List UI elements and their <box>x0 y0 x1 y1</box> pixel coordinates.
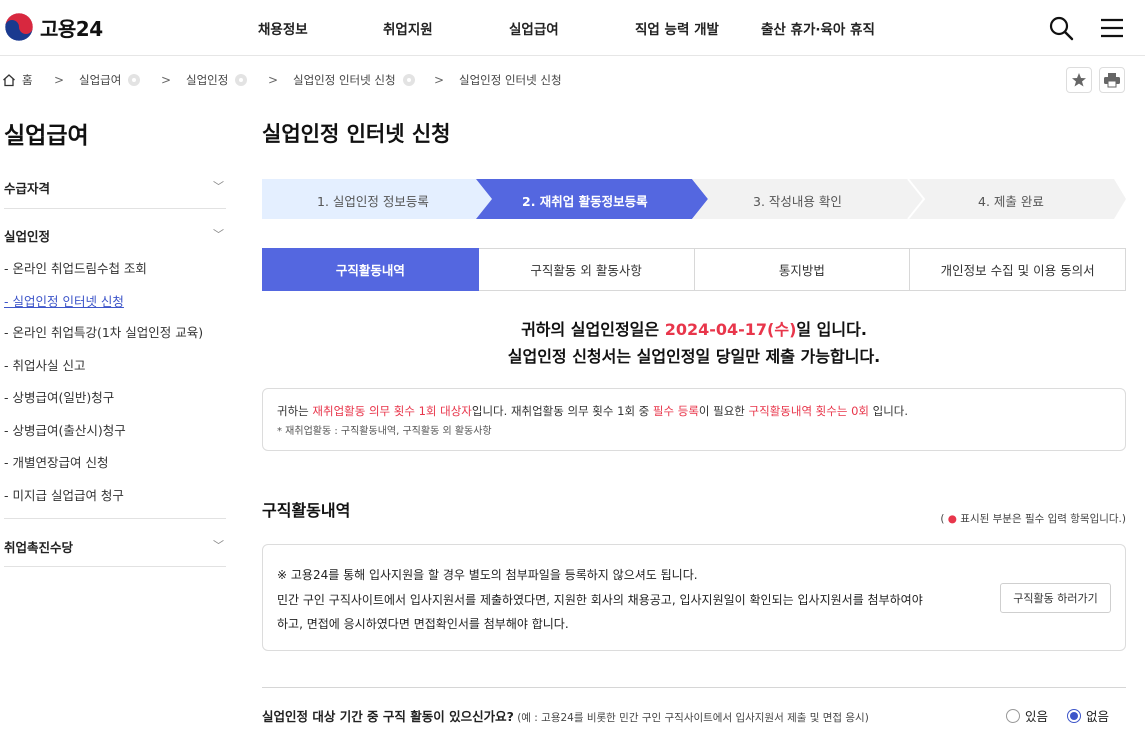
sidebar-group-reemployment-allowance[interactable]: 취업촉진수당 ﹀ <box>4 537 226 556</box>
sidebar-item-employment-report[interactable]: - 취업사실 신고 <box>4 355 85 374</box>
nav-item-vocational-training[interactable]: 직업 능력 개발 <box>635 18 719 38</box>
sidebar-group-unemployment-recognition[interactable]: 실업인정 ﹀ <box>4 226 226 245</box>
printer-icon <box>1104 73 1120 88</box>
breadcrumb-separator: > <box>54 73 65 87</box>
guide-line-2: 민간 구인 구직사이트에서 입사지원서를 제출하였다면, 지원한 회사의 채용공… <box>277 593 923 607</box>
tab-other-activities[interactable]: 구직활동 외 활동사항 <box>478 248 695 291</box>
sidebar-item-online-lecture[interactable]: - 온라인 취업특강(1차 실업인정 교육) <box>4 322 203 341</box>
breadcrumb-dropdown-icon[interactable] <box>235 74 248 86</box>
breadcrumb-separator: > <box>161 73 172 87</box>
nav-item-employment-support[interactable]: 취업지원 <box>383 18 433 38</box>
step-progress: 1. 실업인정 정보등록 2. 재취업 활동정보등록 3. 작성내용 확인 4.… <box>262 179 1126 219</box>
logo-text: 고용24 <box>40 16 103 41</box>
breadcrumb-separator: > <box>434 73 445 87</box>
step-2-label: 2. 재취업 활동정보등록 <box>522 194 648 209</box>
section-divider <box>262 687 1126 688</box>
radio-option-no[interactable]: 없음 <box>1067 706 1109 725</box>
sidebar-item-sickness-general[interactable]: - 상병급여(일반)청구 <box>4 387 114 406</box>
required-field-note: ( ● 표시된 부분은 필수 입력 항목입니다.) <box>940 513 1126 525</box>
home-icon <box>3 74 15 87</box>
breadcrumb-dropdown-icon[interactable] <box>128 74 141 86</box>
step-3-label: 3. 작성내용 확인 <box>753 194 842 209</box>
menu-icon[interactable] <box>1098 14 1126 42</box>
obligation-text: 귀하는 재취업활동 의무 횟수 1회 대상자입니다. 재취업활동 의무 횟수 1… <box>277 404 909 418</box>
tab-notification-method[interactable]: 통지방법 <box>694 248 911 291</box>
star-icon <box>1072 73 1086 87</box>
sidebar-item-internet-application[interactable]: - 실업인정 인터넷 신청 <box>4 291 124 310</box>
sidebar-divider <box>4 208 226 209</box>
breadcrumb-separator: > <box>268 73 279 87</box>
page-title: 실업인정 인터넷 신청 <box>262 122 451 146</box>
chevron-up-icon: ﹀ <box>213 228 224 241</box>
go-job-search-button[interactable]: 구직활동 하러가기 <box>1000 583 1111 613</box>
sidebar-divider <box>4 518 226 519</box>
sidebar-item-sickness-childbirth[interactable]: - 상병급여(출산시)청구 <box>4 420 126 439</box>
nav-item-jobs[interactable]: 채용정보 <box>258 18 308 38</box>
attachment-guide-box: ※ 고용24를 통해 입사지원을 할 경우 별도의 첨부파일을 등록하지 않으셔… <box>262 544 1126 651</box>
tab-job-search-history[interactable]: 구직활동내역 <box>262 248 479 291</box>
obligation-footnote: * 재취업활동 : 구직활동내역, 구직활동 외 활동사항 <box>277 426 492 437</box>
breadcrumb-home[interactable]: 홈 <box>2 70 33 90</box>
recognition-date: 2024-04-17(수) <box>664 320 797 339</box>
radio-option-yes[interactable]: 있음 <box>1006 706 1048 725</box>
breadcrumb-item[interactable]: 실업인정 <box>186 70 248 90</box>
sidebar-item-unpaid-claim[interactable]: - 미지급 실업급여 청구 <box>4 485 124 504</box>
breadcrumb-dropdown-icon[interactable] <box>402 74 415 86</box>
logo[interactable]: 고용24 <box>4 12 103 42</box>
bookmark-button[interactable] <box>1066 67 1092 93</box>
step-1-label: 1. 실업인정 정보등록 <box>317 194 429 209</box>
header: 고용24 채용정보 취업지원 실업급여 직업 능력 개발 출산 휴가·육아 휴직 <box>0 0 1145 56</box>
nav-item-parental-leave[interactable]: 출산 휴가·육아 휴직 <box>761 18 875 38</box>
guide-line-1: ※ 고용24를 통해 입사지원을 할 경우 별도의 첨부파일을 등록하지 않으셔… <box>277 568 698 582</box>
content-tabs: 구직활동내역 구직활동 외 활동사항 통지방법 개인정보 수집 및 이용 동의서 <box>262 248 1126 291</box>
chevron-down-icon: ﹀ <box>213 180 224 193</box>
sidebar-group-eligibility[interactable]: 수급자격 ﹀ <box>4 178 226 197</box>
guide-line-3: 하고, 면접에 응시하였다면 면접확인서를 첨부해야 합니다. <box>277 617 569 631</box>
sidebar-divider <box>4 566 226 567</box>
radio-no[interactable] <box>1067 708 1081 723</box>
recognition-date-notice: 귀하의 실업인정일은 2024-04-17(수)일 입니다. <box>521 320 867 339</box>
breadcrumb-current: 실업인정 인터넷 신청 <box>459 73 562 87</box>
job-search-question: 실업인정 대상 기간 중 구직 활동이 있으신가요? (예 : 고용24를 비롯… <box>262 709 869 724</box>
section-title: 구직활동내역 <box>262 501 351 520</box>
sidebar-item-online-handbook[interactable]: - 온라인 취업드림수첩 조회 <box>4 258 147 277</box>
required-bullet-icon: ● <box>947 513 957 525</box>
search-icon[interactable] <box>1047 14 1075 42</box>
taegeuk-logo-icon <box>4 12 34 42</box>
obligation-info-box: 귀하는 재취업활동 의무 횟수 1회 대상자입니다. 재취업활동 의무 횟수 1… <box>262 388 1126 451</box>
radio-yes[interactable] <box>1006 708 1020 723</box>
chevron-down-icon: ﹀ <box>213 539 224 552</box>
breadcrumb-item[interactable]: 실업급여 <box>79 70 141 90</box>
submission-notice: 실업인정 신청서는 실업인정일 당일만 제출 가능합니다. <box>507 347 881 366</box>
sidebar-title: 실업급여 <box>4 123 89 149</box>
print-button[interactable] <box>1099 67 1125 93</box>
breadcrumb-item[interactable]: 실업인정 인터넷 신청 <box>293 70 415 90</box>
step-4-label: 4. 제출 완료 <box>978 194 1044 209</box>
nav-item-unemployment-benefit[interactable]: 실업급여 <box>509 18 559 38</box>
tab-privacy-consent[interactable]: 개인정보 수집 및 이용 동의서 <box>910 248 1126 291</box>
sidebar-item-extended-benefit[interactable]: - 개별연장급여 신청 <box>4 452 108 471</box>
